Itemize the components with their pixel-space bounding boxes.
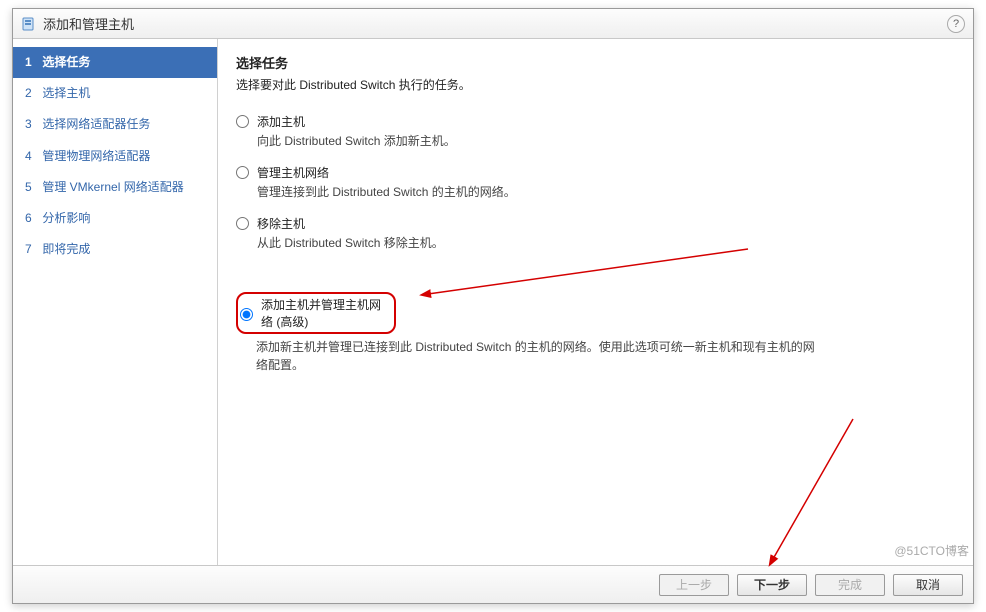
option-label: 管理主机网络	[257, 164, 329, 181]
radio-add-hosts[interactable]	[236, 115, 249, 128]
step-number: 7	[25, 240, 39, 259]
step-number: 4	[25, 147, 39, 166]
option-label: 添加主机	[257, 113, 305, 130]
main-content: 选择任务 选择要对此 Distributed Switch 执行的任务。 添加主…	[218, 39, 973, 565]
radio-add-and-manage-advanced[interactable]	[240, 308, 253, 321]
titlebar: 添加和管理主机 ?	[13, 9, 973, 39]
option-desc: 管理连接到此 Distributed Switch 的主机的网络。	[257, 183, 955, 201]
option-desc: 从此 Distributed Switch 移除主机。	[257, 234, 955, 252]
hosts-icon	[21, 16, 37, 32]
cancel-button[interactable]: 取消	[893, 574, 963, 596]
option-label: 移除主机	[257, 215, 305, 232]
next-button[interactable]: 下一步	[737, 574, 807, 596]
step-analyze-impact[interactable]: 6 分析影响	[13, 203, 217, 234]
option-body: 添加主机 向此 Distributed Switch 添加新主机。	[257, 113, 955, 150]
step-label: 管理物理网络适配器	[42, 149, 150, 163]
wizard-steps-sidebar: 1 选择任务 2 选择主机 3 选择网络适配器任务 4 管理物理网络适配器 5 …	[13, 39, 218, 565]
step-number: 1	[25, 53, 39, 72]
add-manage-hosts-dialog: 添加和管理主机 ? 1 选择任务 2 选择主机 3 选择网络适配器任务 4 管理…	[12, 8, 974, 604]
step-select-hosts[interactable]: 2 选择主机	[13, 78, 217, 109]
step-number: 5	[25, 178, 39, 197]
step-number: 2	[25, 84, 39, 103]
page-title: 选择任务	[236, 53, 955, 72]
step-label: 即将完成	[42, 242, 90, 256]
step-select-adapter-tasks[interactable]: 3 选择网络适配器任务	[13, 109, 217, 140]
option-label: 添加主机并管理主机网络 (高级)	[261, 296, 386, 330]
dialog-title: 添加和管理主机	[43, 14, 134, 33]
step-label: 分析影响	[42, 211, 90, 225]
annotation-highlight-box: 添加主机并管理主机网络 (高级)	[236, 292, 396, 334]
option-add-and-manage-advanced[interactable]: 添加主机并管理主机网络 (高级)	[236, 292, 955, 334]
step-manage-physical-adapters[interactable]: 4 管理物理网络适配器	[13, 141, 217, 172]
option-desc: 添加新主机并管理已连接到此 Distributed Switch 的主机的网络。…	[256, 338, 816, 374]
option-body: 移除主机 从此 Distributed Switch 移除主机。	[257, 215, 955, 252]
radio-manage-host-networking[interactable]	[236, 166, 249, 179]
radio-remove-hosts[interactable]	[236, 217, 249, 230]
option-body: 管理主机网络 管理连接到此 Distributed Switch 的主机的网络。	[257, 164, 955, 201]
option-manage-host-networking[interactable]: 管理主机网络 管理连接到此 Distributed Switch 的主机的网络。	[236, 164, 955, 201]
finish-button[interactable]: 完成	[815, 574, 885, 596]
step-number: 6	[25, 209, 39, 228]
dialog-body: 1 选择任务 2 选择主机 3 选择网络适配器任务 4 管理物理网络适配器 5 …	[13, 39, 973, 565]
step-manage-vmkernel-adapters[interactable]: 5 管理 VMkernel 网络适配器	[13, 172, 217, 203]
step-number: 3	[25, 115, 39, 134]
help-button[interactable]: ?	[947, 15, 965, 33]
option-desc: 向此 Distributed Switch 添加新主机。	[257, 132, 955, 150]
page-subtitle: 选择要对此 Distributed Switch 执行的任务。	[236, 76, 955, 93]
step-label: 选择主机	[42, 86, 90, 100]
step-label: 选择网络适配器任务	[42, 117, 150, 131]
back-button[interactable]: 上一步	[659, 574, 729, 596]
step-select-task[interactable]: 1 选择任务	[13, 47, 217, 78]
option-remove-hosts[interactable]: 移除主机 从此 Distributed Switch 移除主机。	[236, 215, 955, 252]
dialog-footer: 上一步 下一步 完成 取消	[13, 565, 973, 603]
option-add-hosts[interactable]: 添加主机 向此 Distributed Switch 添加新主机。	[236, 113, 955, 150]
step-label: 管理 VMkernel 网络适配器	[42, 180, 183, 194]
step-label: 选择任务	[42, 55, 90, 69]
watermark: @51CTO博客	[894, 542, 969, 559]
step-ready-to-complete[interactable]: 7 即将完成	[13, 234, 217, 265]
